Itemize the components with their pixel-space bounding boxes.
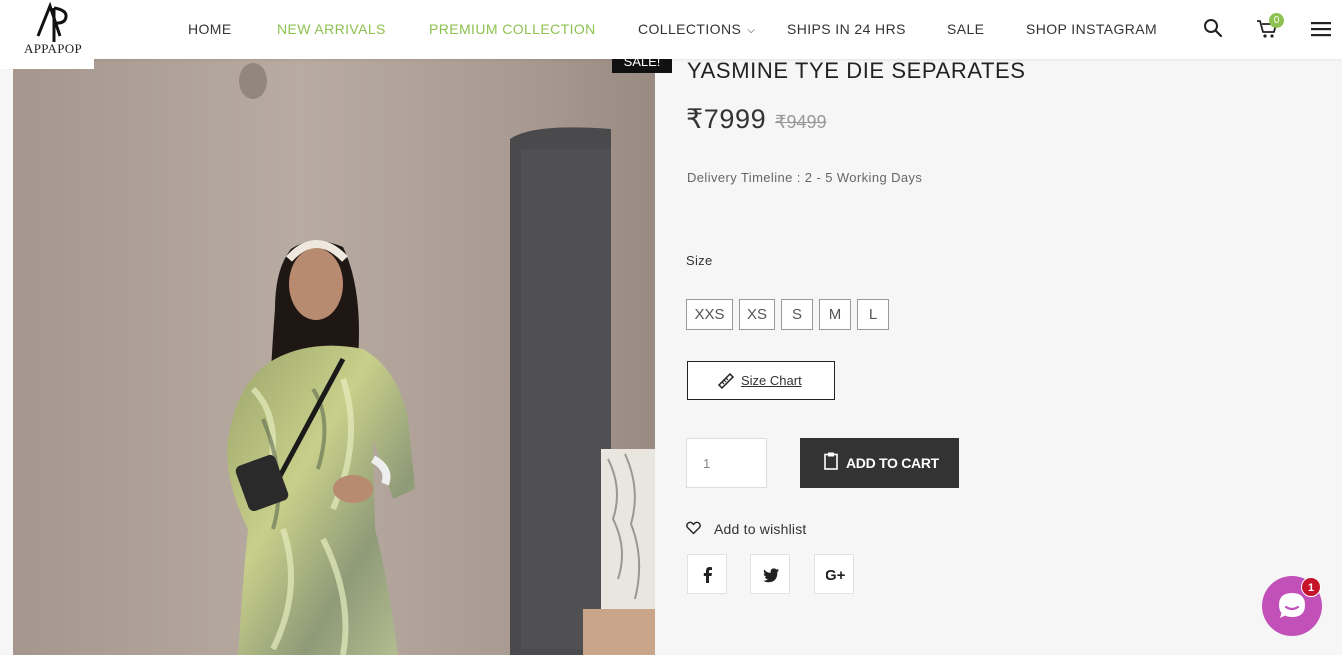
share-facebook[interactable]	[687, 554, 727, 594]
add-to-cart-button[interactable]: ADD TO CART	[800, 438, 959, 488]
main-nav: HOME NEW ARRIVALS PREMIUM COLLECTION COL…	[0, 0, 1342, 59]
chevron-down-icon: ⌵	[747, 25, 756, 36]
logo-text: APPAPOP	[24, 41, 82, 56]
nav-ships-24[interactable]: SHIPS IN 24 HRS	[787, 21, 906, 37]
google-plus-icon: G+	[826, 567, 846, 584]
delivery-timeline: Delivery Timeline : 2 - 5 Working Days	[687, 170, 923, 185]
size-option-s[interactable]: S	[781, 299, 813, 330]
heart-icon	[686, 521, 701, 535]
logo[interactable]: APPAPOP	[0, 0, 94, 69]
search-icon[interactable]	[1203, 18, 1227, 42]
size-option-m[interactable]: M	[819, 299, 851, 330]
share-google-plus[interactable]: G+	[814, 554, 854, 594]
wishlist-label: Add to wishlist	[714, 521, 807, 537]
nav-premium-collection[interactable]: PREMIUM COLLECTION	[429, 21, 596, 37]
size-option-l[interactable]: L	[857, 299, 889, 330]
ruler-icon	[717, 372, 735, 390]
size-chart-label: Size Chart	[741, 373, 802, 388]
site-header: HOME NEW ARRIVALS PREMIUM COLLECTION COL…	[0, 0, 1342, 59]
nav-home[interactable]: HOME	[188, 21, 232, 37]
product-photo	[13, 59, 655, 655]
facebook-icon	[703, 567, 712, 583]
cart-icon[interactable]: 0	[1256, 13, 1284, 42]
cart-count-badge: 0	[1269, 13, 1284, 28]
svg-text:G+: G+	[826, 567, 846, 584]
product-old-price: ₹9499	[775, 112, 827, 132]
menu-icon[interactable]	[1310, 18, 1334, 42]
chat-notification-badge: 1	[1301, 577, 1321, 597]
clipboard-icon	[824, 452, 838, 470]
size-label: Size	[686, 253, 713, 268]
nav-shop-instagram[interactable]: SHOP INSTAGRAM	[1026, 21, 1157, 37]
nav-sale[interactable]: SALE	[947, 21, 984, 37]
size-chart-button[interactable]: Size Chart	[687, 361, 835, 400]
product-title: YASMINE TYE DIE SEPARATES	[687, 58, 1026, 83]
size-option-xxs[interactable]: XXS	[686, 299, 733, 330]
nav-collections-label: COLLECTIONS	[638, 21, 742, 37]
product-price: ₹7999	[686, 104, 767, 134]
add-to-cart-label: ADD TO CART	[846, 455, 939, 471]
size-option-xs[interactable]: XS	[739, 299, 775, 330]
quantity-input[interactable]	[686, 438, 767, 488]
chat-bubble-icon	[1279, 593, 1305, 618]
logo-mark-icon	[36, 2, 68, 42]
twitter-icon	[763, 568, 779, 583]
nav-new-arrivals[interactable]: NEW ARRIVALS	[277, 21, 386, 37]
share-twitter[interactable]	[750, 554, 790, 594]
nav-collections[interactable]: COLLECTIONS ⌵	[638, 21, 755, 37]
product-image[interactable]	[13, 59, 655, 655]
